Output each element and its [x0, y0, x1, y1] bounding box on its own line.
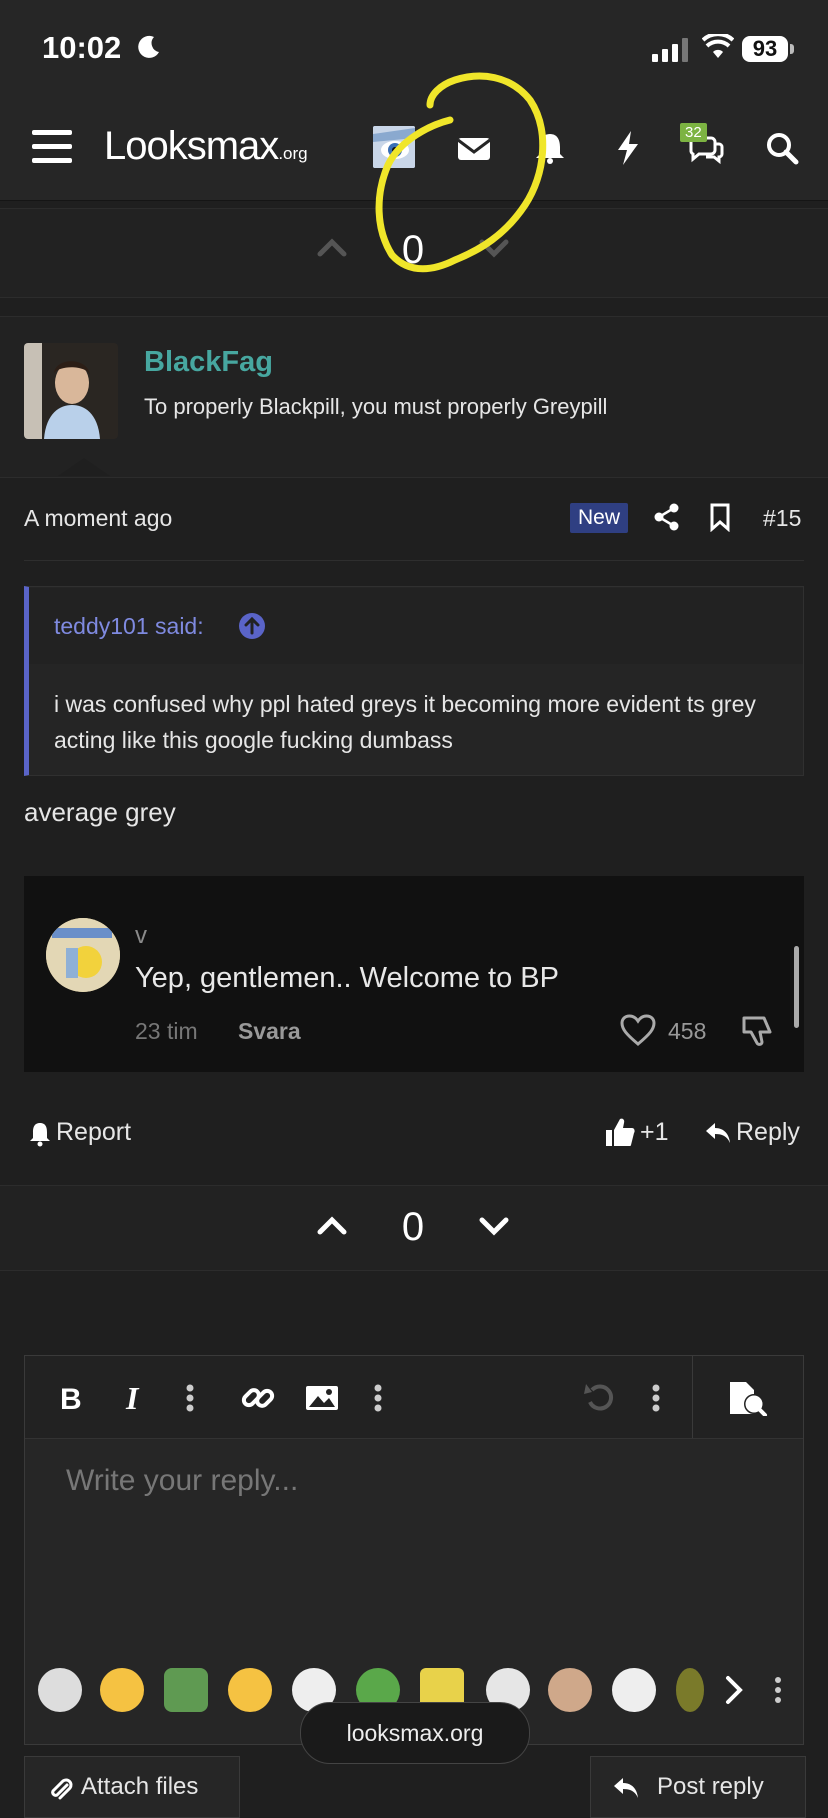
bell-report-icon — [28, 1120, 52, 1148]
reply-input[interactable]: Write your reply... — [66, 1464, 298, 1498]
smilie-crying-wojak[interactable] — [38, 1668, 82, 1712]
reply-arrow-icon — [611, 1775, 641, 1801]
heart-icon — [620, 1014, 656, 1046]
italic-icon[interactable]: I — [118, 1380, 154, 1416]
post-reply-label: Post reply — [657, 1773, 764, 1800]
reply-button[interactable]: Reply — [736, 1118, 800, 1147]
message-pointer — [58, 458, 110, 476]
reaction-count[interactable]: +1 — [640, 1118, 669, 1147]
status-time: 10:02 — [42, 30, 122, 65]
smilie-tongue[interactable] — [228, 1668, 272, 1712]
yellow-scribble-annotation — [375, 72, 547, 273]
search-icon[interactable] — [762, 128, 802, 168]
smilie-glasses[interactable] — [548, 1668, 592, 1712]
url-address-pill[interactable]: looksmax.org — [300, 1702, 530, 1764]
logo-text: Looksmax — [104, 124, 279, 168]
embed-avatar — [46, 918, 120, 992]
quote-author[interactable]: teddy101 said: — [54, 613, 204, 640]
quote-text: i was confused why ppl hated greys it be… — [54, 691, 756, 753]
embed-scrollbar — [794, 946, 799, 1028]
moon-icon — [136, 34, 162, 60]
svg-text:B: B — [60, 1383, 82, 1416]
attach-files-label: Attach files — [81, 1773, 199, 1800]
site-logo[interactable]: Looksmax.org — [104, 124, 308, 169]
battery-nub — [790, 44, 794, 54]
paperclip-icon — [47, 1777, 73, 1803]
smilie-next-chevron-icon[interactable] — [722, 1674, 746, 1706]
embed-comment-time: 23 tim — [135, 1018, 198, 1044]
share-icon[interactable] — [652, 502, 682, 532]
battery-indicator: 93 — [742, 36, 788, 62]
more-options-icon[interactable] — [638, 1380, 674, 1416]
post-timestamp[interactable]: A moment ago — [24, 505, 172, 532]
signal-icon — [652, 38, 692, 62]
logo-suffix: .org — [278, 144, 308, 163]
wifi-icon — [702, 34, 734, 60]
embed-comment-name: v — [135, 922, 147, 949]
link-icon[interactable] — [240, 1380, 276, 1416]
smilie-more-icon[interactable] — [770, 1674, 786, 1706]
hamburger-menu-icon[interactable] — [32, 130, 72, 166]
post-reply-button[interactable]: Post reply — [590, 1756, 806, 1818]
upvote-chevron-icon[interactable] — [316, 1214, 348, 1238]
new-badge: New — [570, 503, 629, 533]
divider — [24, 560, 804, 561]
bookmark-icon[interactable] — [707, 502, 733, 532]
post-number[interactable]: #15 — [763, 505, 801, 532]
smilie-wink[interactable] — [100, 1668, 144, 1712]
embed-reply-label: Svara — [238, 1018, 301, 1044]
thumbs-down-icon — [740, 1014, 774, 1048]
undo-icon[interactable] — [582, 1380, 618, 1416]
vote-count-bottom: 0 — [401, 1205, 425, 1249]
more-text-options-icon[interactable] — [172, 1380, 208, 1416]
report-link[interactable]: Report — [56, 1118, 131, 1147]
post-body-text: average grey — [24, 797, 176, 827]
upvote-chevron-icon[interactable] — [316, 236, 348, 260]
more-insert-options-icon[interactable] — [360, 1380, 396, 1416]
image-icon[interactable] — [304, 1380, 340, 1416]
preview-icon[interactable] — [728, 1380, 767, 1416]
embed-comment-text: Yep, gentlemen.. Welcome to BP — [135, 962, 559, 994]
thumbs-up-icon[interactable] — [604, 1116, 636, 1148]
chat-count-badge: 32 — [680, 123, 707, 142]
bold-icon[interactable]: B — [54, 1380, 90, 1416]
svg-text:I: I — [125, 1380, 140, 1416]
embed-like-count: 458 — [668, 1018, 707, 1044]
user-avatar[interactable] — [24, 343, 118, 439]
smilie-soyjak[interactable] — [612, 1668, 656, 1712]
smilie-shrek[interactable] — [676, 1668, 704, 1712]
post-username[interactable]: BlackFag — [144, 346, 273, 379]
jump-to-quote-icon[interactable] — [238, 612, 266, 640]
reply-arrow-icon — [704, 1120, 732, 1146]
attach-files-button[interactable]: Attach files — [24, 1756, 240, 1818]
lightning-icon[interactable] — [608, 128, 648, 168]
toolbar-separator — [692, 1356, 693, 1438]
smilie-pepe-comfy[interactable] — [164, 1668, 208, 1712]
user-title: To properly Blackpill, you must properly… — [144, 394, 608, 419]
downvote-chevron-icon[interactable] — [478, 1214, 510, 1238]
